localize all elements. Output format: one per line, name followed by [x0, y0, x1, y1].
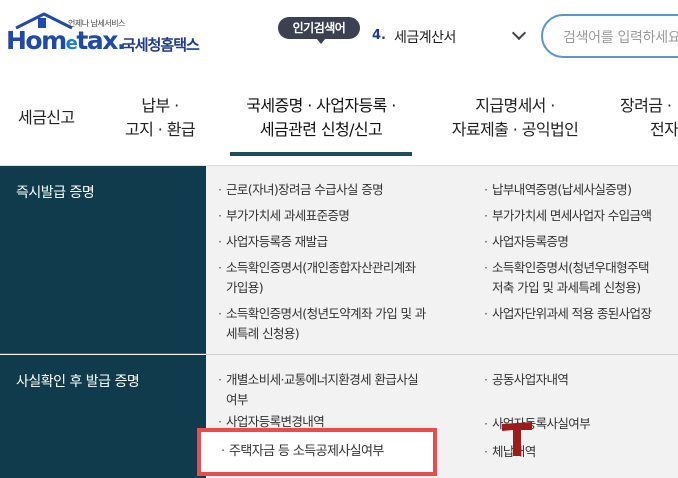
nav-tab-tax-filing[interactable]: 세금신고 [18, 106, 75, 130]
nav-tab-label: 납부 · [141, 96, 179, 115]
logo-wordmark: Hometax. [6, 26, 126, 55]
menu-link[interactable]: · 부가가치세 과세표준증명 [218, 206, 350, 226]
nav-tab-certificates[interactable]: 국세증명 · 사업자등록 · 세금관련 신청/신고 [226, 94, 416, 142]
menu-link-continuation[interactable]: 여부 [226, 390, 248, 410]
nav-tab-statements[interactable]: 지급명세서 · 자료제출 · 공익법인 [440, 94, 590, 142]
search-placeholder: 검색어를 입력하세요 [563, 30, 678, 46]
nav-tab-payment[interactable]: 납부 · 고지 · 환급 [117, 94, 203, 142]
hometax-logo[interactable]: 언제나 납세서비스 Hometax. 국세청홈택스 [6, 12, 218, 68]
highlight-box: · 주택자금 등 소득공제사실여부 [197, 428, 437, 476]
menu-link-continuation[interactable]: 가입용) [226, 278, 264, 298]
menu-link[interactable]: · 납부내역증명(납세사실증명) [484, 180, 632, 200]
nav-tab-label: 지급명세서 · [475, 96, 555, 115]
active-tab-indicator [230, 152, 412, 156]
t-watermark-icon [502, 422, 532, 456]
popular-search-badge: 인기검색어 [278, 17, 360, 44]
category-title: 즉시발급 증명 [16, 185, 95, 201]
nav-tab-label: 자료제출 · 공익법인 [451, 120, 579, 139]
nav-tab-label: 세금신고 [18, 108, 75, 127]
category-instant-certificates: 즉시발급 증명 [0, 166, 206, 354]
nav-tab-label: 세금관련 신청/신고 [259, 120, 383, 139]
menu-link-continuation[interactable]: 저축 가입 및 과세특례 신청용) [492, 278, 641, 298]
site-header: 언제나 납세서비스 Hometax. 국세청홈택스 인기검색어 4. 세금계산서… [0, 0, 678, 82]
logo-korean-name: 국세청홈택스 [122, 36, 200, 54]
menu-link-housing-deduction[interactable]: · 주택자금 등 소득공제사실여부 [221, 442, 384, 462]
category-verified-certificates: 사실확인 후 발급 증명 [0, 355, 206, 478]
popular-term: 세금계산서 [394, 30, 456, 46]
category-title: 사실확인 후 발급 증명 [16, 374, 140, 390]
search-input[interactable]: 검색어를 입력하세요 [541, 14, 678, 58]
nav-tab-label: 고지 · 환급 [125, 120, 196, 139]
main-nav: 세금신고 납부 · 고지 · 환급 국세증명 · 사업자등록 · 세금관련 신청… [0, 82, 678, 166]
menu-link[interactable]: · 사업자등록증명 [484, 232, 569, 252]
nav-tab-label: 장려금 · [620, 96, 672, 115]
menu-link[interactable]: · 소득확인증명서(개인종합자산관리계좌 [218, 258, 416, 278]
menu-link[interactable]: · 개별소비세·교통에너지환경세 환급사실 [218, 370, 419, 390]
popular-rank: 4. [372, 28, 386, 43]
menu-link-continuation[interactable]: 세특례 신청용) [226, 324, 300, 344]
nav-tab-label: 전자 [650, 120, 678, 139]
menu-link[interactable]: · 근로(자녀)장려금 수급사실 증명 [218, 180, 384, 200]
section-divider [206, 354, 678, 355]
nav-tab-incentives[interactable]: 장려금 · 전자 [620, 94, 678, 142]
nav-tab-label: 국세증명 · 사업자등록 · [246, 96, 396, 115]
menu-link[interactable]: · 사업자등록증 재발급 [218, 232, 328, 252]
popular-search-dropdown[interactable]: 4. 세금계산서 [366, 22, 534, 52]
chevron-down-icon [511, 25, 527, 41]
menu-link[interactable]: · 공동사업자내역 [484, 370, 569, 390]
menu-link[interactable]: · 사업자단위과세 적용 종된사업장 [484, 304, 652, 324]
menu-link[interactable]: · 부가가치세 면세사업자 수입금액 [484, 206, 652, 226]
menu-link[interactable]: · 소득확인증명서(청년우대형주택 [484, 258, 649, 278]
menu-link[interactable]: · 소득확인증명서(청년도약계좌 가입 및 과 [218, 304, 426, 324]
